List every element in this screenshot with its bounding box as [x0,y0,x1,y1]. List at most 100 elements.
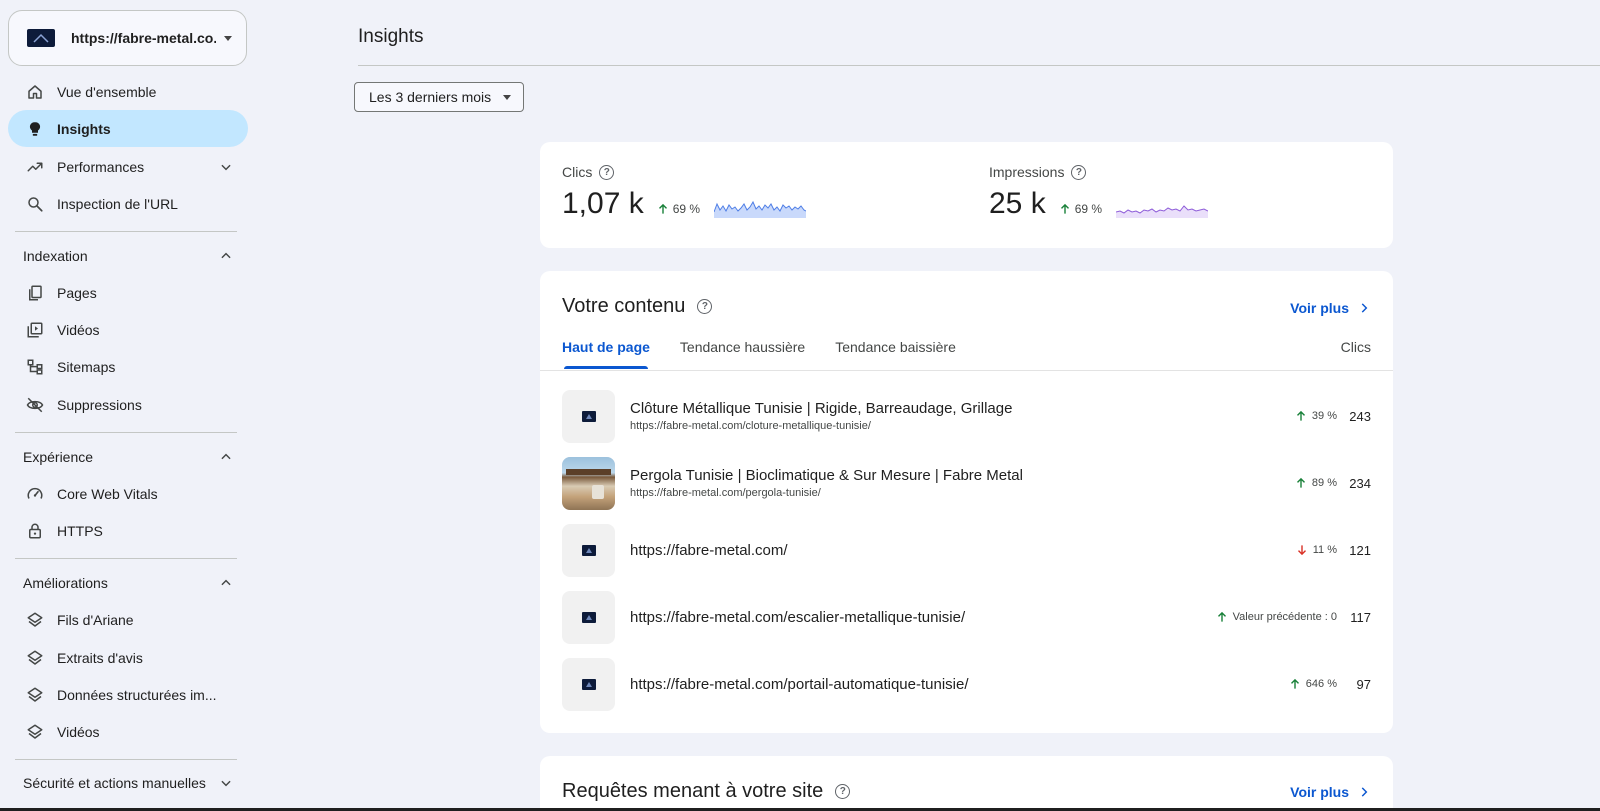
period-label: Les 3 derniers mois [369,89,492,105]
metric-trend: 69 % [1058,202,1102,216]
see-more-content-link[interactable]: Voir plus [1290,300,1371,316]
nav-item-label: Vidéos [57,321,100,338]
row-clicks: 117 [1350,609,1371,625]
pergola-photo [562,456,615,510]
row-clicks: 243 [1349,408,1371,424]
row-title: https://fabre-metal.com/portail-automati… [630,675,969,693]
layers-icon [26,686,44,704]
sidebar: https://fabre-metal.co... Vue d'ensemble… [0,0,252,811]
row-url: https://fabre-metal.com/pergola-tunisie/ [630,487,821,499]
sidebar-divider [15,432,237,433]
table-row[interactable]: https://fabre-metal.com/ 11 % 121 [562,523,1371,577]
site-logo-icon [581,678,596,690]
dropdown-caret-icon [224,35,232,41]
visibility-off-icon [26,396,44,414]
nav-item-core-web-vitals[interactable]: Core Web Vitals [8,475,248,512]
nav-item-label: Suppressions [57,396,142,413]
nav-item-review-snippets[interactable]: Extraits d'avis [8,639,248,676]
table-row[interactable]: https://fabre-metal.com/escalier-metalli… [562,590,1371,644]
chevron-down-icon [214,776,238,790]
chevron-up-icon [214,576,238,590]
nav-item-breadcrumbs[interactable]: Fils d'Ariane [8,601,248,638]
table-row[interactable]: Pergola Tunisie | Bioclimatique & Sur Me… [562,456,1371,510]
help-icon[interactable]: ? [599,164,615,180]
nav-item-overview[interactable]: Vue d'ensemble [8,73,248,110]
page-thumbnail [562,523,615,577]
section-label: Sécurité et actions manuelles [23,775,206,791]
nav-item-url-inspection[interactable]: Inspection de l'URL [8,185,248,222]
tab-top-pages[interactable]: Haut de page [562,339,650,369]
arrow-up-icon [1060,203,1069,214]
impressions-sparkline [1116,205,1209,218]
metric-clicks[interactable]: Clics ? 1,07 k 69 % [562,164,807,220]
row-change: 11 % [1295,543,1337,557]
tab-rising[interactable]: Tendance haussière [680,339,805,369]
content-card-title: Votre contenu [562,295,686,317]
row-change-value: 39 % [1311,410,1337,422]
arrow-up-icon [658,203,667,214]
sitemap-icon [26,358,44,376]
queries-card: Requêtes menant à votre site ? Voir plus [540,756,1393,808]
tab-falling[interactable]: Tendance baissière [835,339,956,369]
section-enhancements-toggle[interactable]: Améliorations [8,568,248,598]
row-change-value: 646 % [1305,678,1337,690]
section-indexation-toggle[interactable]: Indexation [8,241,248,271]
arrow-up-icon [1290,678,1299,689]
help-icon[interactable]: ? [835,784,851,799]
page-title: Insights [358,26,424,47]
nav-item-label: Vidéos [57,723,100,740]
page-thumbnail [562,389,615,443]
nav-item-insights[interactable]: Insights [8,110,248,147]
row-clicks: 97 [1356,676,1371,692]
table-row[interactable]: https://fabre-metal.com/portail-automati… [562,657,1371,711]
pages-icon [26,284,44,302]
nav-item-label: Fils d'Ariane [57,611,134,628]
chevron-right-icon [1361,303,1368,313]
nav-item-videos-index[interactable]: Vidéos [8,311,248,348]
help-icon[interactable]: ? [697,299,713,314]
nav-item-pages[interactable]: Pages [8,274,248,311]
sidebar-divider [15,231,237,232]
nav-item-https[interactable]: HTTPS [8,512,248,549]
nav-item-label: Vue d'ensemble [57,83,157,100]
arrow-up-icon [1296,477,1305,488]
layers-icon [26,723,44,741]
metric-value: 25 k [989,187,1046,220]
row-title: Pergola Tunisie | Bioclimatique & Sur Me… [630,467,1023,484]
section-label: Expérience [23,449,94,465]
property-selector[interactable]: https://fabre-metal.co... [8,10,247,66]
row-url: https://fabre-metal.com/cloture-metalliq… [630,420,871,432]
video-icon [26,321,44,339]
section-security-toggle[interactable]: Sécurité et actions manuelles [8,768,248,798]
section-label: Indexation [23,248,88,264]
metric-trend: 69 % [656,202,700,216]
section-experience-toggle[interactable]: Expérience [8,442,248,472]
row-title: https://fabre-metal.com/ [630,541,788,559]
nav-item-performances[interactable]: Performances [8,148,248,185]
help-icon[interactable]: ? [1071,164,1087,180]
sidebar-divider [15,558,237,559]
nav-item-videos-enhancement[interactable]: Vidéos [8,713,248,750]
table-row[interactable]: Clôture Métallique Tunisie | Rigide, Bar… [562,389,1371,443]
row-change: 39 % [1294,409,1337,423]
site-logo-icon [27,29,55,47]
home-icon [26,83,44,101]
see-more-label: Voir plus [1290,300,1349,316]
chevron-up-icon [214,450,238,464]
metric-impressions[interactable]: Impressions ? 25 k 69 % [989,164,1209,220]
see-more-queries-link[interactable]: Voir plus [1290,784,1371,800]
nav-item-label: Données structurées im... [57,686,217,703]
site-logo-icon [581,544,596,556]
metric-trend-value: 69 % [672,202,701,216]
row-clicks: 234 [1349,475,1371,491]
page-thumbnail [562,657,615,711]
search-icon [26,195,44,213]
layers-icon [26,611,44,629]
period-selector[interactable]: Les 3 derniers mois [354,82,524,112]
nav-item-structured-data[interactable]: Données structurées im... [8,676,248,713]
arrow-up-icon [1217,611,1226,622]
nav-item-sitemaps[interactable]: Sitemaps [8,348,248,385]
nav-item-removals[interactable]: Suppressions [8,386,248,423]
nav-item-label: Extraits d'avis [57,649,143,666]
nav-item-label: Inspection de l'URL [57,195,178,212]
